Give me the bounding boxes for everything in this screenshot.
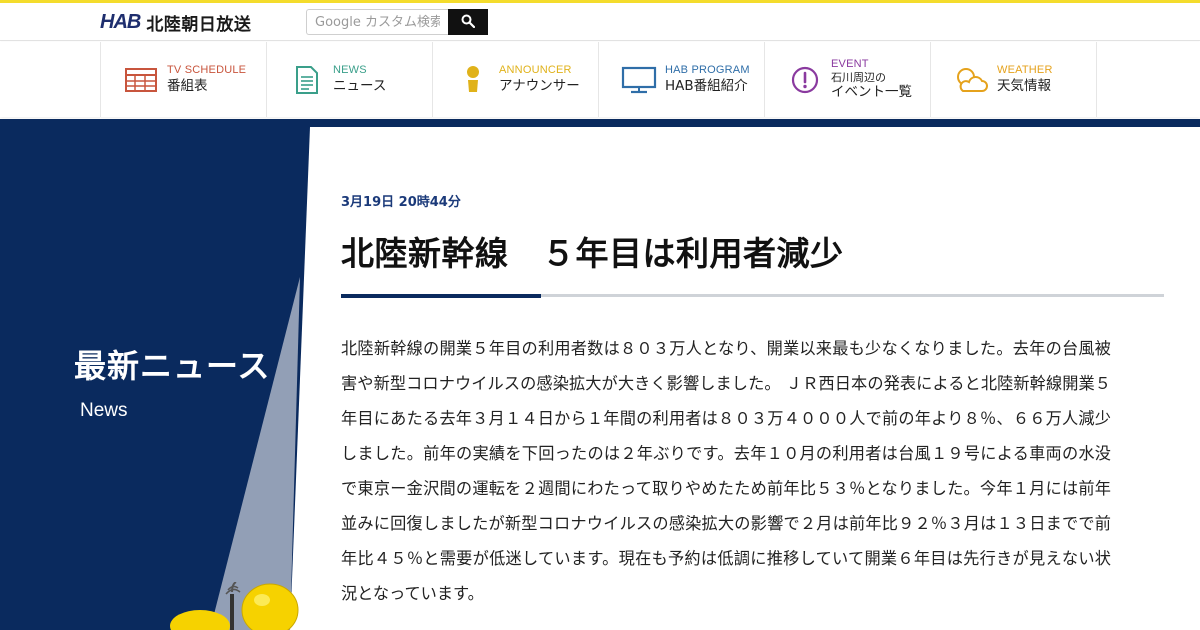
nav-label-ja: 番組表 [167, 78, 208, 95]
search-icon [461, 14, 476, 31]
nav-label-en: WEATHER [997, 64, 1053, 77]
monitor-icon [621, 64, 657, 96]
main-nav: TV SCHEDULE 番組表 NEWS ニュース ANNOUNCER アナウン… [100, 42, 1097, 117]
weather-cloud-sun-icon [953, 64, 989, 96]
nav-label-ja: アナウンサー [499, 78, 580, 95]
navy-divider-band [0, 119, 1200, 127]
nav-label-ja-top: 石川周辺の [831, 70, 886, 84]
section-subtitle: News [80, 400, 128, 421]
nav-label-en: ANNOUNCER [499, 64, 572, 77]
nav-label-en: EVENT [831, 58, 869, 71]
section-title: 最新ニュース [74, 347, 271, 385]
site-logo[interactable]: HAB 北陸朝日放送 [100, 10, 252, 35]
article-body: 北陸新幹線の開業５年目の利用者数は８０３万人となり、開業以来最も少なくなりました… [341, 339, 1111, 603]
site-header: HAB 北陸朝日放送 [0, 3, 1200, 41]
exclamation-icon [787, 64, 823, 96]
logo-text: 北陸朝日放送 [146, 14, 252, 35]
nav-item-event[interactable]: EVENT 石川周辺の イベント一覧 [765, 42, 931, 117]
nav-item-hab-program[interactable]: HAB PROGRAM HAB番組紹介 [599, 42, 765, 117]
headline-divider-accent [341, 294, 541, 298]
nav-item-news[interactable]: NEWS ニュース [267, 42, 433, 117]
mascot-character [170, 581, 310, 630]
tv-schedule-icon [123, 64, 159, 96]
search-input[interactable] [306, 9, 448, 35]
main-nav-bar: TV SCHEDULE 番組表 NEWS ニュース ANNOUNCER アナウン… [0, 42, 1200, 117]
nav-label-en: TV SCHEDULE [167, 64, 247, 77]
nav-item-weather[interactable]: WEATHER 天気情報 [931, 42, 1097, 117]
section-sidebar: 最新ニュース News [0, 127, 320, 630]
nav-label-en: NEWS [333, 64, 367, 77]
news-document-icon [289, 64, 325, 96]
nav-label-ja: 天気情報 [997, 78, 1051, 95]
nav-label-ja: ニュース [333, 78, 387, 95]
announcer-person-icon [455, 64, 491, 96]
nav-label-ja: HAB番組紹介 [665, 78, 748, 95]
search-box [306, 9, 488, 35]
article-date: 3月19日 20時44分 [341, 195, 461, 210]
search-button[interactable] [448, 9, 488, 35]
article-headline: 北陸新幹線 ５年目は利用者減少 [341, 234, 844, 273]
nav-item-announcer[interactable]: ANNOUNCER アナウンサー [433, 42, 599, 117]
nav-label-en: HAB PROGRAM [665, 64, 750, 77]
nav-item-tv-schedule[interactable]: TV SCHEDULE 番組表 [101, 42, 267, 117]
nav-label-ja: イベント一覧 [831, 84, 912, 101]
logo-mark: HAB [100, 10, 141, 33]
